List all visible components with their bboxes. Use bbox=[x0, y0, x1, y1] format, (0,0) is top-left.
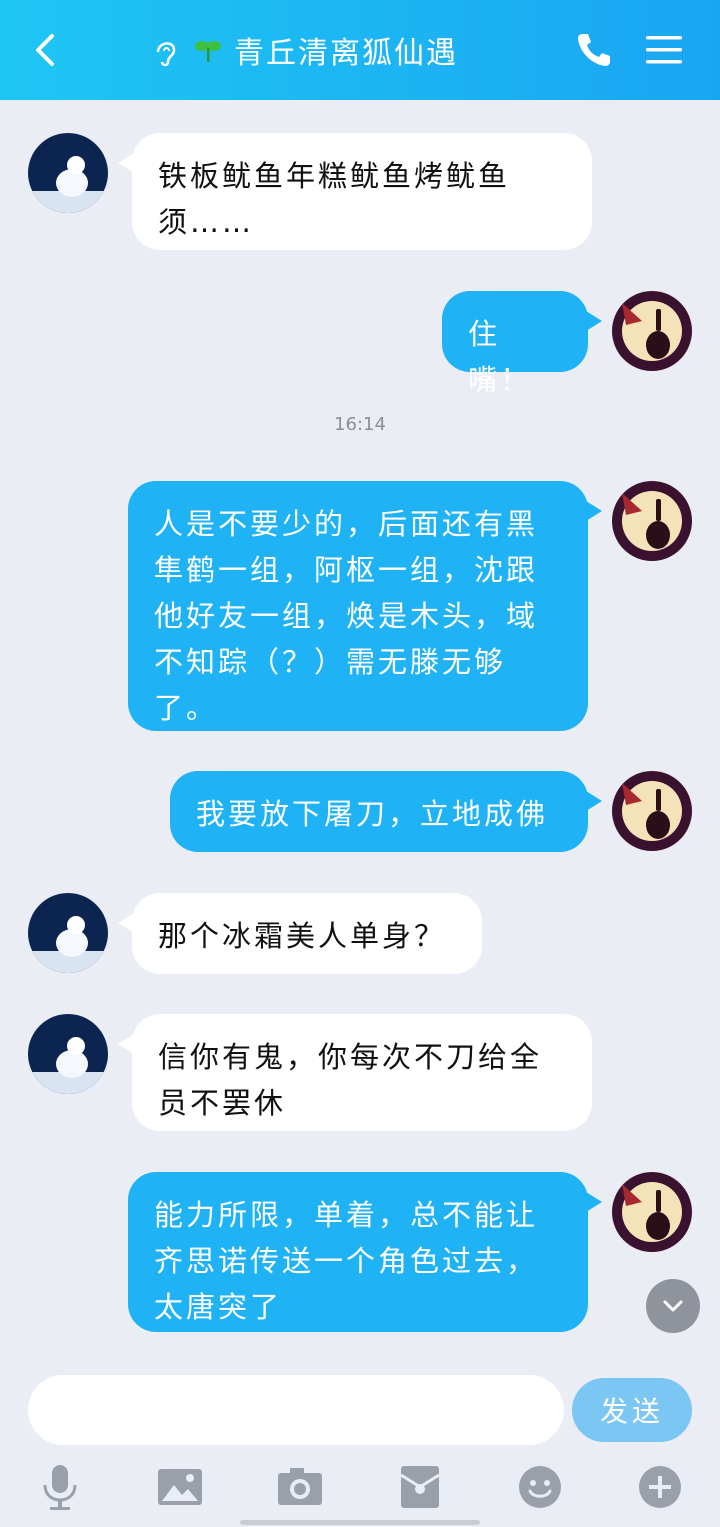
my-avatar[interactable] bbox=[612, 771, 692, 851]
voice-button[interactable] bbox=[35, 1462, 85, 1512]
sprout-icon bbox=[195, 41, 221, 62]
arctic-fox-avatar-image bbox=[28, 1014, 108, 1094]
hamburger-menu-icon bbox=[646, 36, 682, 64]
moon-rabbit-avatar-image bbox=[612, 1172, 692, 1252]
gallery-button[interactable] bbox=[155, 1462, 205, 1512]
chat-title[interactable]: 青丘清离狐仙遇 bbox=[150, 26, 458, 74]
my-avatar[interactable] bbox=[612, 291, 692, 371]
message-bubble-outgoing[interactable]: 住嘴！ bbox=[442, 291, 588, 397]
home-indicator bbox=[240, 1520, 480, 1525]
red-packet-icon bbox=[400, 1466, 440, 1508]
call-button[interactable] bbox=[570, 26, 618, 74]
message-bubble-incoming[interactable]: 铁板鱿鱼年糕鱿鱼烤鱿鱼须…… bbox=[132, 133, 592, 250]
emoji-icon bbox=[519, 1466, 561, 1508]
arctic-fox-avatar-image bbox=[28, 893, 108, 973]
menu-button[interactable] bbox=[640, 26, 688, 74]
contact-avatar[interactable] bbox=[28, 1014, 108, 1094]
contact-avatar[interactable] bbox=[28, 893, 108, 973]
bubble-tail bbox=[586, 311, 602, 331]
input-toolbar bbox=[0, 1456, 720, 1520]
chat-title-text: 青丘清离狐仙遇 bbox=[234, 36, 458, 71]
my-avatar[interactable] bbox=[612, 481, 692, 561]
moon-rabbit-avatar-image bbox=[612, 481, 692, 561]
red-packet-button[interactable] bbox=[395, 1462, 445, 1512]
bubble-tail bbox=[586, 1192, 602, 1212]
contact-avatar[interactable] bbox=[28, 133, 108, 213]
scroll-to-bottom-button[interactable] bbox=[646, 1279, 700, 1333]
chevron-down-icon bbox=[663, 1300, 683, 1312]
camera-button[interactable] bbox=[275, 1462, 325, 1512]
message-input[interactable] bbox=[28, 1375, 564, 1445]
back-button[interactable] bbox=[24, 26, 72, 74]
image-icon bbox=[158, 1469, 202, 1505]
message-bubble-outgoing[interactable]: 我要放下屠刀，立地成佛 bbox=[170, 771, 588, 852]
send-button[interactable]: 发送 bbox=[572, 1378, 692, 1442]
arctic-fox-avatar-image bbox=[28, 133, 108, 213]
bubble-tail bbox=[586, 501, 602, 521]
my-avatar[interactable] bbox=[612, 1172, 692, 1252]
message-bubble-outgoing[interactable]: 能力所限，单着，总不能让齐思诺传送一个角色过去，太唐突了 bbox=[128, 1172, 588, 1332]
message-bubble-outgoing[interactable]: 人是不要少的，后面还有黑隼鹤一组，阿枢一组，沈跟他好友一组，焕是木头，域不知踪（… bbox=[128, 481, 588, 731]
ear-icon bbox=[156, 42, 176, 67]
message-timestamp: 16:14 bbox=[334, 414, 386, 435]
bubble-tail bbox=[586, 791, 602, 811]
moon-rabbit-avatar-image bbox=[612, 291, 692, 371]
moon-rabbit-avatar-image bbox=[612, 771, 692, 851]
chat-header: 青丘清离狐仙遇 bbox=[0, 0, 720, 100]
phone-icon bbox=[578, 34, 610, 66]
message-bubble-incoming[interactable]: 那个冰霜美人单身？ bbox=[132, 893, 482, 974]
plus-icon bbox=[639, 1466, 681, 1508]
emoji-button[interactable] bbox=[515, 1462, 565, 1512]
camera-icon bbox=[278, 1468, 322, 1505]
microphone-icon bbox=[43, 1465, 77, 1510]
more-button[interactable] bbox=[635, 1462, 685, 1512]
chevron-left-icon bbox=[36, 34, 54, 66]
message-bubble-incoming[interactable]: 信你有鬼，你每次不刀给全员不罢休 bbox=[132, 1014, 592, 1131]
